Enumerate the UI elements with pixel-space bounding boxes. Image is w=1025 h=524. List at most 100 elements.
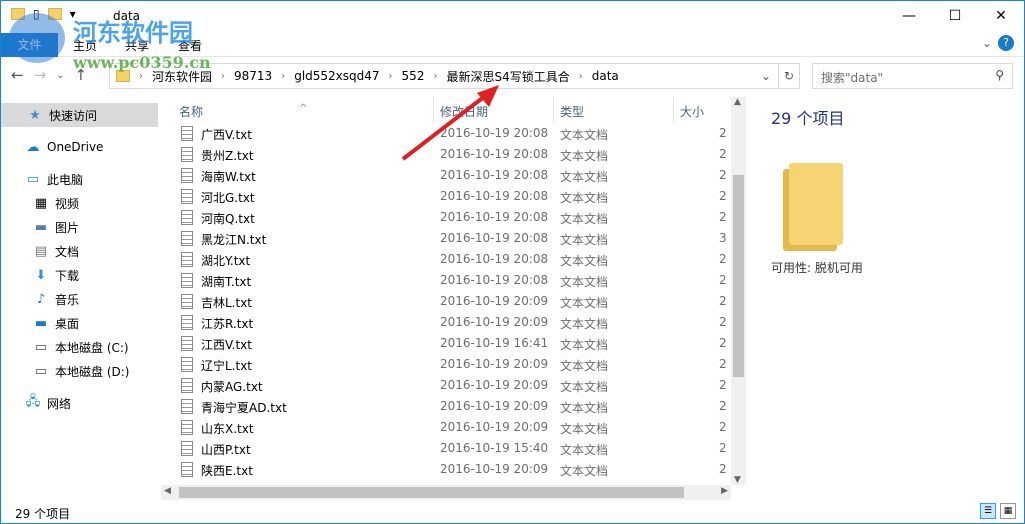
new-folder-icon[interactable] — [47, 8, 62, 20]
breadcrumb-item[interactable]: 最新深思S4写锁工具合 — [446, 68, 569, 85]
customize-dropdown-icon[interactable]: ▾ — [70, 7, 76, 21]
tab-view[interactable]: 查看 — [178, 37, 202, 54]
file-type: 文本文档 — [560, 380, 609, 394]
scroll-left-icon[interactable]: ◀ — [164, 486, 171, 496]
nav-documents[interactable]: ▤ 文档 — [33, 239, 79, 263]
breadcrumb-item[interactable]: data — [592, 69, 619, 83]
file-date: 2016-10-19 20:09 — [440, 315, 549, 329]
address-dropdown-icon[interactable]: ⌄ — [761, 69, 771, 83]
file-row[interactable]: 内蒙AG.txt 2016-10-19 20:09 文本文档 2 — [161, 375, 731, 396]
horizontal-scrollbar[interactable]: ◀ ▶ — [161, 485, 731, 500]
nav-this-pc[interactable]: ▭ 此电脑 — [25, 167, 83, 191]
text-file-icon — [181, 168, 193, 183]
details-view-button[interactable]: ☰ — [980, 503, 996, 519]
file-row[interactable]: 黑龙江N.txt 2016-10-19 20:08 文本文档 3 — [161, 228, 731, 249]
nav-downloads[interactable]: ⬇ 下载 — [33, 263, 79, 287]
nav-quick-access[interactable]: ★ 快速访问 — [1, 103, 158, 127]
file-date: 2016-10-19 20:09 — [440, 378, 549, 392]
tab-file[interactable]: 文件 — [1, 33, 58, 57]
file-row[interactable]: 山西P.txt 2016-10-19 15:40 文本文档 2 — [161, 438, 731, 459]
chevron-right-icon[interactable]: › — [221, 71, 225, 82]
file-row[interactable]: 广西V.txt 2016-10-19 20:08 文本文档 2 — [161, 123, 731, 144]
file-row[interactable]: 辽宁L.txt 2016-10-19 20:09 文本文档 2 — [161, 354, 731, 375]
nav-label: 下载 — [55, 268, 80, 283]
back-arrow-icon[interactable]: ← — [11, 66, 24, 84]
chevron-right-icon[interactable]: › — [433, 71, 437, 82]
file-name: 辽宁L.txt — [201, 359, 253, 373]
drive-icon: ▭ — [34, 363, 48, 379]
refresh-button[interactable]: ↻ — [778, 63, 800, 89]
file-row[interactable]: 江苏R.txt 2016-10-19 20:09 文本文档 2 — [161, 312, 731, 333]
nav-drive-d[interactable]: ▭ 本地磁盘 (D:) — [33, 359, 130, 383]
title-bar: ▯ ▾ data — ☐ ✕ — [1, 1, 1024, 31]
tab-home[interactable]: 主页 — [73, 37, 97, 54]
file-type: 文本文档 — [560, 296, 609, 310]
folder-icon — [11, 8, 25, 20]
column-date-modified[interactable]: 修改日期 — [440, 103, 488, 120]
help-button[interactable]: ? — [998, 35, 1014, 51]
nav-pictures[interactable]: ▬ 图片 — [33, 215, 79, 239]
chevron-right-icon[interactable]: › — [579, 71, 583, 82]
nav-network[interactable]: 🖧 网络 — [25, 391, 71, 415]
properties-icon[interactable]: ▯ — [33, 7, 40, 21]
search-input[interactable]: 搜索"data" ⚲ — [812, 63, 1013, 89]
address-bar[interactable]: › 河东软件园 › 98713 › gld552xsqd47 › 552 › 最… — [109, 63, 779, 89]
minimize-button[interactable]: — — [886, 1, 932, 31]
nav-drive-c[interactable]: ▭ 本地磁盘 (C:) — [33, 335, 129, 359]
vertical-scrollbar[interactable]: ▲ ▼ — [731, 97, 746, 485]
breadcrumb-item[interactable]: gld552xsqd47 — [294, 69, 379, 83]
text-file-icon — [181, 147, 193, 162]
file-name: 陕西E.txt — [201, 464, 253, 478]
column-size[interactable]: 大小 — [680, 103, 704, 120]
chevron-right-icon[interactable]: › — [139, 71, 143, 82]
file-row[interactable]: 陕西E.txt 2016-10-19 20:09 文本文档 2 — [161, 459, 731, 480]
video-icon: ▦ — [34, 195, 48, 211]
chevron-right-icon[interactable]: › — [281, 71, 285, 82]
column-type[interactable]: 类型 — [560, 103, 584, 120]
up-arrow-icon[interactable]: ↑ — [75, 66, 88, 84]
file-date: 2016-10-19 15:40 — [440, 441, 549, 455]
chevron-right-icon[interactable]: › — [389, 71, 393, 82]
file-row[interactable]: 河南Q.txt 2016-10-19 20:08 文本文档 2 — [161, 207, 731, 228]
file-row[interactable]: 青海宁夏AD.txt 2016-10-19 20:09 文本文档 2 — [161, 396, 731, 417]
breadcrumb-item[interactable]: 98713 — [234, 69, 272, 83]
file-size: 2 — [719, 294, 727, 308]
breadcrumb-item[interactable]: 河东软件园 — [152, 68, 212, 85]
file-row[interactable]: 吉林L.txt 2016-10-19 20:09 文本文档 2 — [161, 291, 731, 312]
column-name[interactable]: 名称 — [179, 103, 203, 120]
file-name: 江苏R.txt — [201, 317, 254, 331]
explorer-window: ▯ ▾ data — ☐ ✕ 文件 主页 共享 查看 ⌄ ? ← → ⌄ ↑ ›… — [0, 0, 1025, 524]
nav-videos[interactable]: ▦ 视频 — [33, 191, 79, 215]
file-name: 吉林L.txt — [201, 296, 253, 310]
nav-onedrive[interactable]: ☁ OneDrive — [25, 135, 104, 159]
close-button[interactable]: ✕ — [978, 1, 1024, 31]
file-row[interactable]: 海南W.txt 2016-10-19 20:08 文本文档 2 — [161, 165, 731, 186]
file-row[interactable]: 山东X.txt 2016-10-19 20:09 文本文档 2 — [161, 417, 731, 438]
file-row[interactable]: 贵州Z.txt 2016-10-19 20:08 文本文档 2 — [161, 144, 731, 165]
recent-locations-icon[interactable]: ⌄ — [56, 66, 64, 84]
file-type: 文本文档 — [560, 338, 609, 352]
file-size: 2 — [719, 399, 727, 413]
scroll-right-icon[interactable]: ▶ — [721, 486, 728, 496]
nav-label: 图片 — [55, 220, 80, 235]
scroll-down-icon[interactable]: ▼ — [734, 475, 741, 485]
file-row[interactable]: 江西V.txt 2016-10-19 16:41 文本文档 2 — [161, 333, 731, 354]
nav-music[interactable]: ♪ 音乐 — [33, 287, 79, 311]
text-file-icon — [181, 399, 193, 414]
nav-desktop[interactable]: ▬ 桌面 — [33, 311, 79, 335]
breadcrumb-item[interactable]: 552 — [402, 69, 425, 83]
file-size: 2 — [719, 462, 727, 476]
scroll-up-icon[interactable]: ▲ — [734, 97, 741, 107]
file-row[interactable]: 湖南T.txt 2016-10-19 20:08 文本文档 2 — [161, 270, 731, 291]
file-row[interactable]: 河北G.txt 2016-10-19 20:08 文本文档 2 — [161, 186, 731, 207]
file-date: 2016-10-19 20:09 — [440, 420, 549, 434]
expand-ribbon-icon[interactable]: ⌄ — [982, 36, 992, 50]
scrollbar-thumb[interactable] — [179, 487, 684, 498]
file-row[interactable]: 湖北Y.txt 2016-10-19 20:08 文本文档 2 — [161, 249, 731, 270]
scrollbar-thumb[interactable] — [733, 175, 744, 377]
forward-arrow-icon[interactable]: → — [34, 66, 47, 84]
status-bar-count: 29 个项目 — [15, 507, 71, 521]
large-icons-view-button[interactable]: ▦ — [1000, 503, 1016, 519]
maximize-button[interactable]: ☐ — [932, 1, 978, 31]
tab-share[interactable]: 共享 — [125, 37, 149, 54]
